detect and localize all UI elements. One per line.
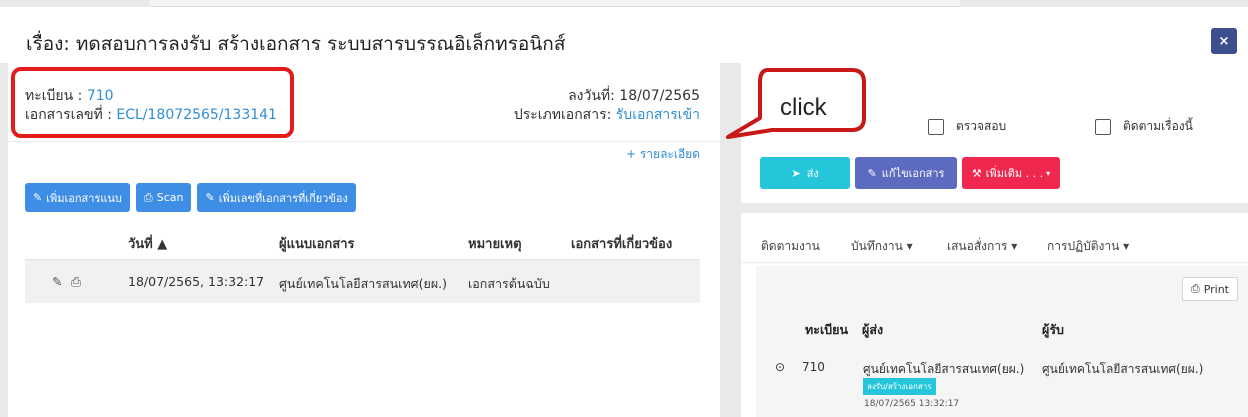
edit-label: แก้ไขเอกสาร bbox=[881, 167, 945, 180]
paperclip-icon: ✎ bbox=[33, 191, 43, 204]
wrench-icon: ⚒ bbox=[971, 166, 982, 180]
send-icon: ➤ bbox=[791, 166, 801, 180]
printer-icon: ⎙ bbox=[143, 190, 153, 204]
document-date: ลงวันที่: 18/07/2565 bbox=[568, 88, 700, 104]
more-dropdown-button[interactable]: ⚒ เพิ่มเติม . . . ▾ bbox=[962, 157, 1060, 189]
tracking-receiver: ศูนย์เทคโนโลยีสารสนเทศ(ยผ.) bbox=[1042, 362, 1204, 376]
tracking-panel: ติดตามงาน บันทึกงาน ▾ เสนอสั่งการ ▾ การป… bbox=[741, 213, 1248, 417]
highlight-box bbox=[11, 67, 294, 138]
tracking-header-registration: ทะเบียน bbox=[805, 322, 849, 337]
modal-header: เรื่อง: ทดสอบการลงรับ สร้างเอกสาร ระบบสา… bbox=[0, 7, 1248, 63]
document-type-label: ประเภทเอกสาร: bbox=[513, 107, 616, 123]
column-header-related: เอกสารที่เกี่ยวข้อง bbox=[571, 237, 673, 252]
check-label: ตรวจสอบ bbox=[956, 119, 1007, 133]
edit-icon: ✎ bbox=[867, 166, 877, 180]
divider bbox=[8, 141, 720, 142]
tracking-header-sender: ผู้ส่ง bbox=[862, 322, 884, 337]
add-attachment-button[interactable]: ✎ เพิ่มเอกสารแนบ bbox=[25, 183, 130, 212]
background-window-strip bbox=[150, 0, 960, 7]
follow-checkbox[interactable] bbox=[1095, 118, 1111, 135]
add-related-document-button[interactable]: ✎ เพิ่มเลขที่เอกสารที่เกี่ยวข้อง bbox=[197, 183, 356, 212]
status-badge: ลงรับ/สร้างเอกสาร bbox=[863, 378, 936, 395]
scan-label: Scan bbox=[156, 191, 184, 204]
edit-document-button[interactable]: ✎ แก้ไขเอกสาร bbox=[855, 157, 957, 189]
follow-label: ติดตามเรื่องนี้ bbox=[1123, 119, 1193, 133]
column-header-attacher: ผู้แนบเอกสาร bbox=[279, 237, 355, 252]
tracking-registration: 710 bbox=[802, 360, 825, 374]
check-option[interactable]: ตรวจสอบ bbox=[928, 117, 1006, 136]
tab-work-log[interactable]: บันทึกงาน ▾ bbox=[851, 237, 913, 256]
action-panel: ตรวจสอบ ติดตามเรื่องนี้ ➤ ส่ง ✎ แก้ไขเอกสา… bbox=[741, 63, 1248, 203]
attachment-icon[interactable]: ✎ bbox=[52, 274, 62, 289]
tab-tracking[interactable]: ติดตามงาน bbox=[761, 237, 820, 256]
print-label: Print bbox=[1203, 282, 1229, 296]
row-date: 18/07/2565, 13:32:17 bbox=[128, 274, 265, 289]
row-note: เอกสารต้นฉบับ bbox=[468, 276, 550, 291]
tab-operations[interactable]: การปฏิบัติงาน ▾ bbox=[1047, 237, 1129, 256]
table-row[interactable]: ✎ ⎙ 18/07/2565, 13:32:17 ศูนย์เทคโนโลยีส… bbox=[25, 259, 700, 303]
details-link[interactable]: + รายละเอียด bbox=[626, 145, 700, 164]
tracking-header-receiver: ผู้รับ bbox=[1042, 322, 1064, 337]
close-icon: × bbox=[1218, 33, 1230, 49]
modal-title: เรื่อง: ทดสอบการลงรับ สร้างเอกสาร ระบบสา… bbox=[26, 33, 566, 55]
follow-option[interactable]: ติดตามเรื่องนี้ bbox=[1095, 117, 1193, 136]
send-label: ส่ง bbox=[806, 167, 819, 180]
print-button[interactable]: ⎙ Print bbox=[1181, 277, 1238, 301]
check-checkbox[interactable] bbox=[928, 118, 944, 135]
column-header-note: หมายเหตุ bbox=[468, 237, 522, 252]
add-attachment-label: เพิ่มเอกสารแนบ bbox=[46, 191, 122, 205]
tracking-datetime: 18/07/2565 13:32:17 bbox=[864, 399, 960, 409]
column-header-date[interactable]: วันที่ ▲ bbox=[128, 233, 167, 254]
chevron-down-icon: ▾ bbox=[1046, 168, 1051, 178]
document-meta: ลงวันที่: 18/07/2565 ประเภทเอกสาร: รับเอ… bbox=[514, 87, 700, 125]
close-button[interactable]: × bbox=[1211, 28, 1237, 54]
document-type-value[interactable]: รับเอกสารเข้า bbox=[616, 107, 700, 123]
scan-button[interactable]: ⎙ Scan bbox=[135, 183, 192, 212]
tracking-sender: ศูนย์เทคโนโลยีสารสนเทศ(ยผ.) bbox=[863, 362, 1025, 376]
printer-icon: ⎙ bbox=[1190, 282, 1200, 295]
attachment-toolbar: ✎ เพิ่มเอกสารแนบ ⎙ Scan ✎ เพิ่มเลขที่เอกสาร… bbox=[25, 183, 356, 212]
print-icon[interactable]: ⎙ bbox=[71, 274, 81, 290]
tab-propose-order[interactable]: เสนอสั่งการ ▾ bbox=[947, 237, 1017, 256]
send-button[interactable]: ➤ ส่ง bbox=[760, 157, 850, 189]
tracking-content: ⎙ Print ทะเบียน ผู้ส่ง ผู้รับ ⊙ 710 ศูนย์… bbox=[756, 266, 1248, 417]
more-label: เพิ่มเติม . . . bbox=[985, 167, 1044, 180]
clock-icon: ⊙ bbox=[775, 360, 786, 374]
link-icon: ✎ bbox=[205, 191, 215, 204]
row-attacher: ศูนย์เทคโนโลยีสารสนเทศ(ยผ.) bbox=[279, 276, 447, 291]
callout-label: click bbox=[780, 94, 827, 121]
tracking-tabs: ติดตามงาน บันทึกงาน ▾ เสนอสั่งการ ▾ การป… bbox=[741, 213, 1248, 263]
add-related-label: เพิ่มเลขที่เอกสารที่เกี่ยวข้อง bbox=[218, 191, 348, 205]
